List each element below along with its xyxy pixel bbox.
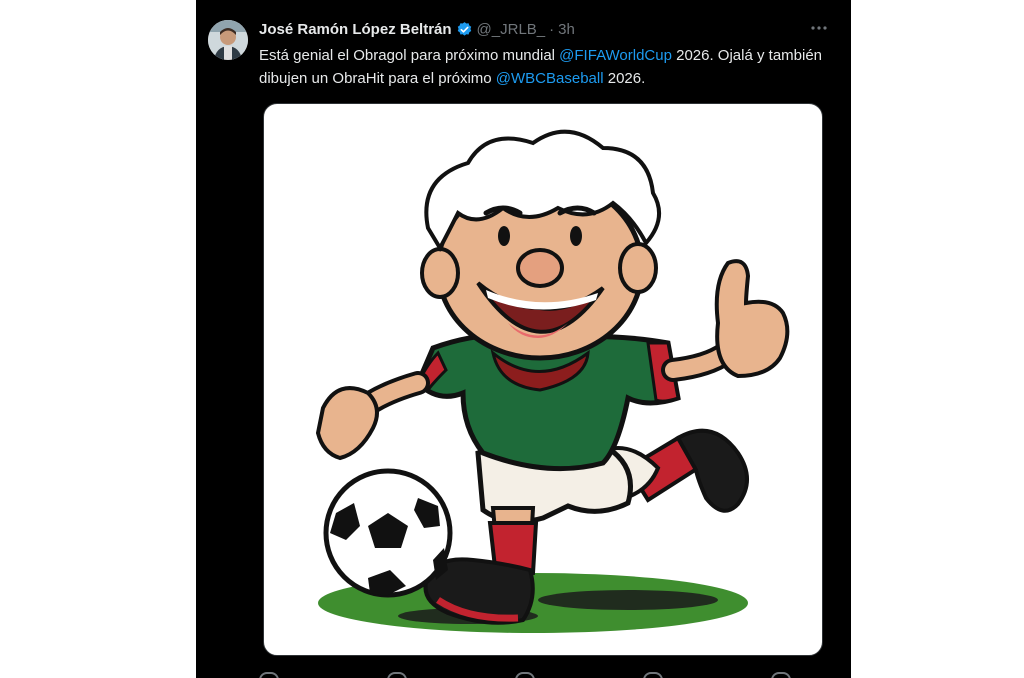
reply-icon[interactable] <box>259 672 279 678</box>
mention-link-wbcbaseball[interactable]: @WBCBaseball <box>496 70 604 87</box>
tweet-text-part: Está genial el Obragol para próximo mund… <box>259 47 560 64</box>
like-icon[interactable] <box>515 672 535 678</box>
author-handle[interactable]: @_JRLB_ <box>477 21 546 38</box>
author-name[interactable]: José Ramón López Beltrán <box>259 21 452 38</box>
share-icon[interactable] <box>771 672 791 678</box>
tweet-actions <box>259 668 819 678</box>
tweet-card[interactable]: José Ramón López Beltrán @_JRLB_ · 3h Es… <box>196 0 851 678</box>
views-icon[interactable] <box>643 672 663 678</box>
tweet-header: José Ramón López Beltrán @_JRLB_ · 3h <box>259 21 575 38</box>
tweet-media[interactable] <box>263 103 823 656</box>
verified-badge-icon <box>456 21 473 38</box>
more-horizontal-icon[interactable] <box>809 18 829 43</box>
separator-dot: · <box>549 21 555 38</box>
avatar[interactable] <box>208 20 248 60</box>
tweet-text: Está genial el Obragol para próximo mund… <box>259 44 834 90</box>
avatar-image <box>208 20 248 60</box>
timestamp[interactable]: 3h <box>558 21 575 38</box>
tweet-text-part: 2026. <box>603 70 646 87</box>
retweet-icon[interactable] <box>387 672 407 678</box>
cartoon-soccer-player-image <box>315 129 790 633</box>
mention-link-fifaworldcup[interactable]: @FIFAWorldCup <box>559 47 672 64</box>
media-frame <box>268 108 818 651</box>
